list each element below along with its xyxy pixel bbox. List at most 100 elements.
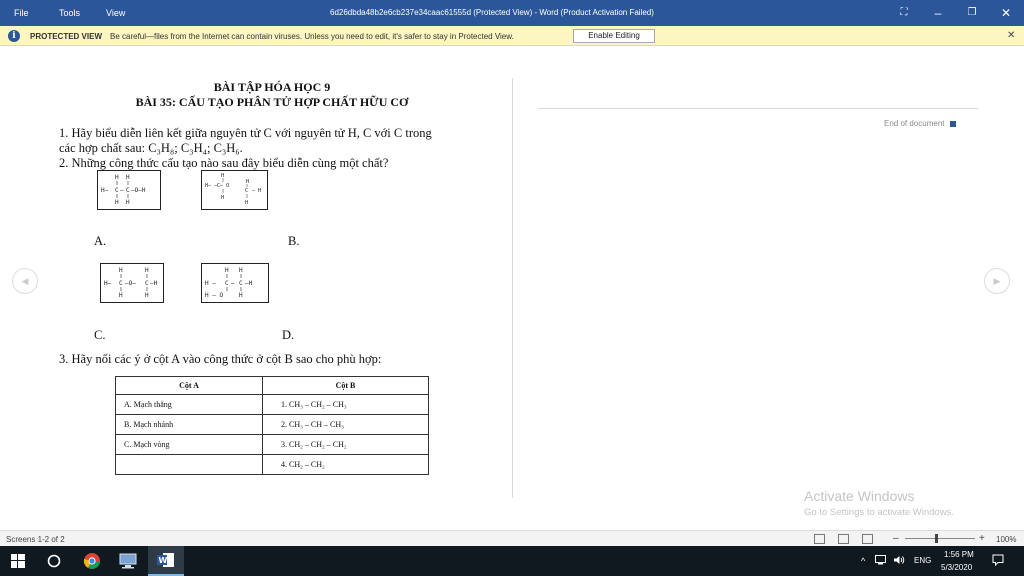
svg-text:H: H: [119, 292, 123, 299]
end-marker-icon: [950, 120, 957, 127]
svg-text:–: –: [231, 280, 235, 287]
table-row: B. Mạch nhánh 2. CH₃ – CH – CH₃: [115, 414, 429, 435]
taskbar: W ^ ENG 1:56 PM 5/3/2020: [0, 546, 1024, 576]
network-app-icon[interactable]: [110, 546, 146, 576]
next-screen-icon[interactable]: ▶: [984, 268, 1010, 294]
search-circle-icon[interactable]: [36, 546, 72, 576]
protected-view-label: PROTECTED VIEW: [30, 32, 103, 41]
svg-text:H–: H–: [104, 280, 112, 287]
table-header-row: Cột A Cột B: [115, 376, 429, 395]
protected-view-close-icon[interactable]: ✕: [1007, 30, 1015, 41]
svg-text:H: H: [119, 267, 123, 274]
table-row: C. Mạch vòng 3. CH₂ – CH₂ – CH₂: [115, 434, 429, 455]
svg-text:W: W: [159, 556, 168, 565]
svg-text:C: C: [245, 188, 248, 194]
svg-text:C: C: [115, 187, 119, 194]
svg-text:H– –C– O: H– –C– O: [205, 183, 229, 189]
svg-text:H –: H –: [205, 280, 216, 287]
svg-text:C: C: [126, 187, 130, 194]
svg-text:H: H: [239, 292, 243, 299]
clock-date[interactable]: 5/3/2020: [941, 563, 972, 572]
tray-chevron-icon[interactable]: ^: [861, 556, 865, 566]
svg-text:– H: – H: [252, 188, 261, 194]
zoom-slider[interactable]: [905, 538, 975, 539]
minimize-button[interactable]: –: [926, 4, 950, 22]
web-layout-icon[interactable]: [862, 534, 873, 544]
svg-text:–O–: –O–: [125, 280, 136, 287]
svg-text:H: H: [245, 200, 248, 206]
structure-c-image: HH H– C –O– C –H HH: [100, 263, 164, 303]
enable-editing-button[interactable]: Enable Editing: [573, 29, 655, 43]
restore-button[interactable]: ❐: [960, 4, 984, 22]
svg-text:H: H: [221, 195, 224, 201]
end-of-document-label: End of document: [884, 119, 945, 128]
protected-view-message: Be careful—files from the Internet can c…: [110, 32, 514, 41]
question-3: 3. Hãy nối các ý ở cột A vào công thức ở…: [59, 352, 382, 366]
volume-tray-icon[interactable]: [893, 555, 905, 567]
word-taskbar-icon[interactable]: W: [148, 546, 184, 576]
print-layout-icon[interactable]: [838, 534, 849, 544]
zoom-out-button[interactable]: –: [893, 533, 899, 544]
svg-text:C: C: [145, 280, 149, 287]
svg-text:H: H: [115, 199, 119, 206]
svg-text:H: H: [126, 174, 130, 181]
option-d-label: D.: [282, 328, 295, 342]
svg-text:H–: H–: [101, 187, 109, 194]
option-a-label: A.: [94, 234, 107, 248]
document-title: BÀI TẬP HÓA HỌC 9: [213, 80, 331, 94]
activate-windows-title: Activate Windows: [804, 488, 915, 504]
svg-text:C: C: [119, 280, 123, 287]
zoom-level[interactable]: 100%: [996, 535, 1016, 544]
menu-file[interactable]: File: [14, 8, 29, 18]
structure-d-image: HH H – C – C –H H – OH: [201, 263, 269, 303]
chrome-icon[interactable]: [74, 546, 110, 576]
svg-text:–H: –H: [245, 280, 253, 287]
table-row: 4. CH₂ – CH₂: [115, 454, 429, 475]
svg-text:–H: –H: [150, 280, 158, 287]
network-tray-icon[interactable]: [875, 555, 886, 567]
window-title: 6d26dbda48b2e6cb237e34caac61555d (Protec…: [330, 8, 654, 17]
option-c-label: C.: [94, 328, 106, 342]
svg-text:C: C: [239, 280, 243, 287]
matching-table: Cột A Cột B A. Mạch thẳng 1. CH₃ – CH₂ –…: [115, 376, 429, 475]
table-cell-a: C. Mạch vòng: [115, 434, 263, 455]
table-cell-b: 4. CH₂ – CH₂: [262, 454, 429, 475]
option-b-label: B.: [288, 234, 300, 248]
end-divider: [538, 108, 978, 109]
document-subtitle: BÀI 35: CẤU TẠO PHÂN TỬ HỢP CHẤT HỮU CƠ: [135, 95, 409, 109]
svg-text:C: C: [225, 280, 229, 287]
question-1-line-1: 1. Hãy biểu diễn liên kết giữa nguyên tử…: [59, 126, 432, 140]
protected-view-bar: i PROTECTED VIEW Be careful—files from t…: [0, 26, 1024, 46]
svg-text:H – O: H – O: [205, 292, 223, 299]
windows-start-icon[interactable]: [0, 546, 36, 576]
table-cell-a: B. Mạch nhánh: [115, 414, 263, 435]
language-indicator[interactable]: ENG: [914, 556, 931, 565]
svg-text:–: –: [120, 187, 124, 194]
fullscreen-button[interactable]: ⛶: [892, 4, 916, 22]
screen-divider: [512, 78, 513, 498]
menu-view[interactable]: View: [106, 8, 125, 18]
document-page: BÀI TẬP HÓA HỌC 9 BÀI 35: CẤU TẠO PHÂN T…: [30, 60, 510, 500]
table-cell-b: 1. CH₃ – CH₂ – CH₃: [262, 394, 429, 415]
table-cell-b: 3. CH₂ – CH₂ – CH₂: [262, 434, 429, 455]
menu-tools[interactable]: Tools: [59, 8, 80, 18]
table-cell-a: [115, 454, 263, 475]
activate-windows-message: Go to Settings to activate Windows.: [804, 507, 954, 518]
svg-text:H: H: [239, 267, 243, 274]
screen-count: Screens 1-2 of 2: [6, 535, 65, 544]
structure-a-image: HH H– C – C –O–H HH: [97, 170, 161, 210]
column-b-header: Cột B: [262, 376, 429, 395]
info-icon: i: [8, 30, 20, 42]
svg-text:–O–H: –O–H: [131, 187, 146, 194]
read-mode-icon[interactable]: [814, 534, 825, 544]
svg-text:H: H: [145, 267, 149, 274]
clock-time[interactable]: 1:56 PM: [944, 550, 974, 559]
table-row: A. Mạch thẳng 1. CH₃ – CH₂ – CH₃: [115, 394, 429, 415]
notifications-icon[interactable]: [992, 554, 1004, 568]
svg-text:H: H: [246, 179, 249, 185]
zoom-in-button[interactable]: +: [979, 533, 985, 544]
close-button[interactable]: ✕: [994, 4, 1018, 22]
zoom-slider-thumb[interactable]: [935, 534, 938, 543]
status-bar: Screens 1-2 of 2 – + 100%: [0, 530, 1024, 546]
title-bar: File Tools View 6d26dbda48b2e6cb237e34ca…: [0, 0, 1024, 26]
